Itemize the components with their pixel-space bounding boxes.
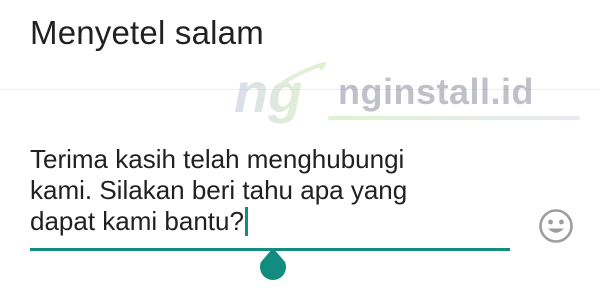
smiley-face-icon[interactable]	[538, 208, 574, 244]
watermark-site-text: nginstall.id	[338, 71, 535, 112]
svg-text:ng: ng	[234, 61, 302, 124]
watermark: ng nginstall.id	[232, 60, 582, 124]
greeting-message-input[interactable]: Terima kasih telah menghubungi kami. Sil…	[30, 144, 510, 237]
text-cursor	[244, 207, 248, 236]
watermark-underline	[328, 116, 580, 120]
text-selection-handle-icon[interactable]	[258, 248, 288, 288]
nginstall-logo: ng	[234, 61, 327, 124]
greeting-message-text: Terima kasih telah menghubungi kami. Sil…	[30, 144, 408, 236]
greeting-message-screen: Menyetel salam ng nginstall.id Terima ka…	[0, 0, 600, 298]
page-title: Menyetel salam	[30, 14, 264, 51]
